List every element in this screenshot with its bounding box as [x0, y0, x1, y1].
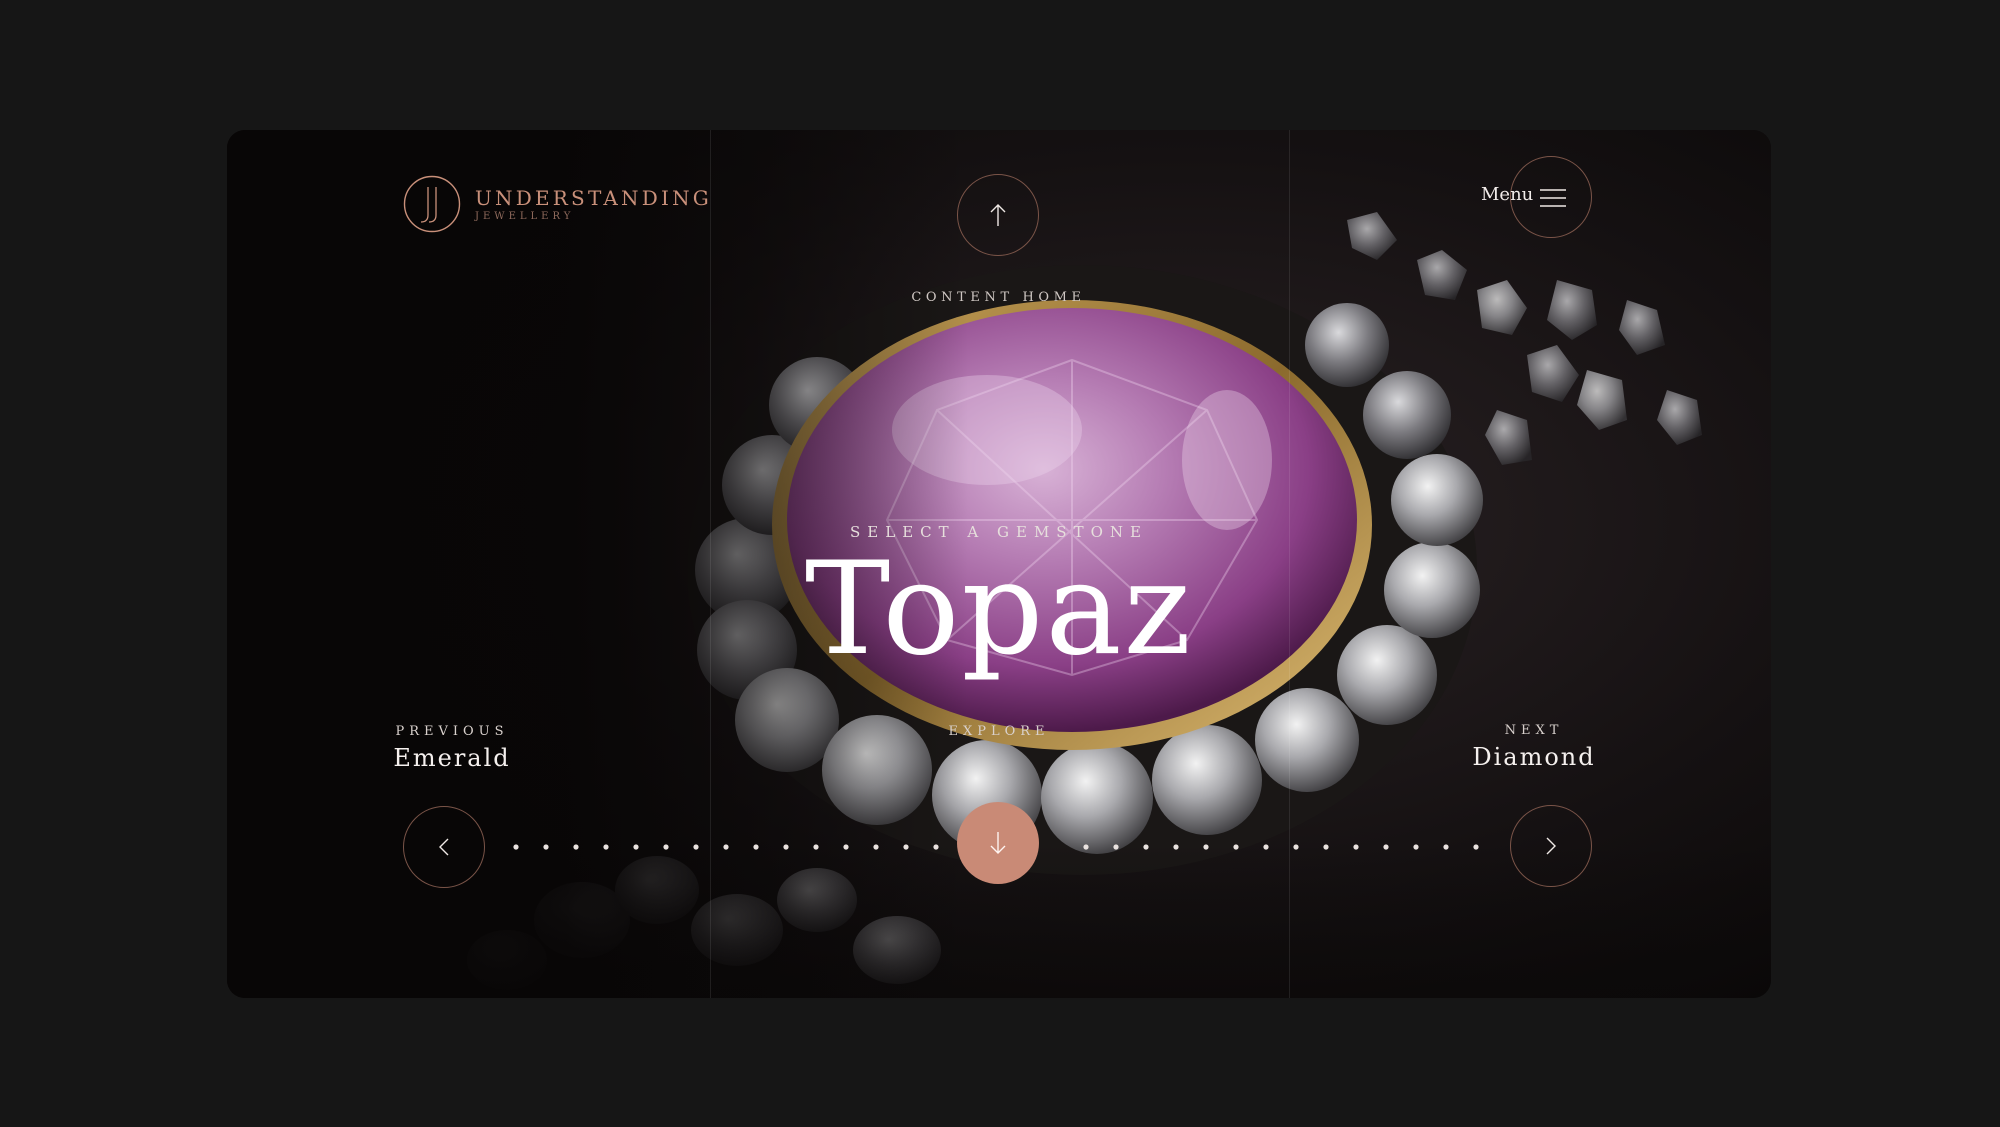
brand-title: UNDERSTANDING — [475, 185, 712, 210]
brand-subtitle: JEWELLERY — [475, 210, 575, 222]
pagination-dot[interactable] — [1113, 844, 1119, 850]
previous-gemstone-name[interactable]: Emerald — [367, 744, 537, 772]
pagination-dot[interactable] — [633, 844, 639, 850]
gemstone-pagination-dots[interactable] — [512, 843, 1487, 851]
brand-logo[interactable]: UNDERSTANDING JEWELLERY — [403, 175, 712, 233]
pagination-dot[interactable] — [663, 844, 669, 850]
brand-monogram-icon — [403, 175, 461, 233]
pagination-dot[interactable] — [513, 844, 519, 850]
menu-label[interactable]: Menu — [1481, 184, 1533, 205]
next-button[interactable] — [1510, 805, 1592, 887]
pagination-dot[interactable] — [873, 844, 879, 850]
pagination-dot[interactable] — [1203, 844, 1209, 850]
pagination-dot[interactable] — [1443, 844, 1449, 850]
pagination-dot[interactable] — [753, 844, 759, 850]
chevron-left-icon — [439, 838, 449, 856]
pagination-dot[interactable] — [1383, 844, 1389, 850]
arrow-up-icon — [990, 204, 1006, 226]
previous-button[interactable] — [403, 806, 485, 888]
explore-label: EXPLORE — [948, 724, 1050, 739]
pagination-dot[interactable] — [1413, 844, 1419, 850]
pagination-dot[interactable] — [693, 844, 699, 850]
pagination-dot[interactable] — [543, 844, 549, 850]
previous-label: PREVIOUS — [395, 724, 509, 739]
pagination-dot[interactable] — [573, 844, 579, 850]
hamburger-icon — [1540, 189, 1566, 207]
content-home-label[interactable]: CONTENT HOME — [847, 290, 1150, 305]
pagination-dot[interactable] — [903, 844, 909, 850]
pagination-dot[interactable] — [1353, 844, 1359, 850]
pagination-dot[interactable] — [723, 844, 729, 850]
pagination-dot[interactable] — [1233, 844, 1239, 850]
pagination-dot[interactable] — [1473, 844, 1479, 850]
hero-card: UNDERSTANDING JEWELLERY CONTENT HOME Men… — [227, 130, 1771, 998]
pagination-dot[interactable] — [813, 844, 819, 850]
next-label: NEXT — [1504, 723, 1564, 738]
brand-text: UNDERSTANDING JEWELLERY — [475, 187, 712, 222]
pagination-dot[interactable] — [843, 844, 849, 850]
pagination-dot[interactable] — [1293, 844, 1299, 850]
gemstone-title: Topaz — [804, 535, 1194, 684]
pagination-dot[interactable] — [1263, 844, 1269, 850]
chevron-right-icon — [1546, 837, 1556, 855]
pagination-dot[interactable] — [1143, 844, 1149, 850]
next-gemstone-name[interactable]: Diamond — [1449, 743, 1619, 771]
pagination-dot[interactable] — [783, 844, 789, 850]
pagination-dot[interactable] — [603, 844, 609, 850]
pagination-dot[interactable] — [1083, 844, 1089, 850]
pagination-dot[interactable] — [933, 844, 939, 850]
pagination-dot[interactable] — [1173, 844, 1179, 850]
content-home-button[interactable] — [957, 174, 1039, 256]
pagination-dot[interactable] — [1323, 844, 1329, 850]
